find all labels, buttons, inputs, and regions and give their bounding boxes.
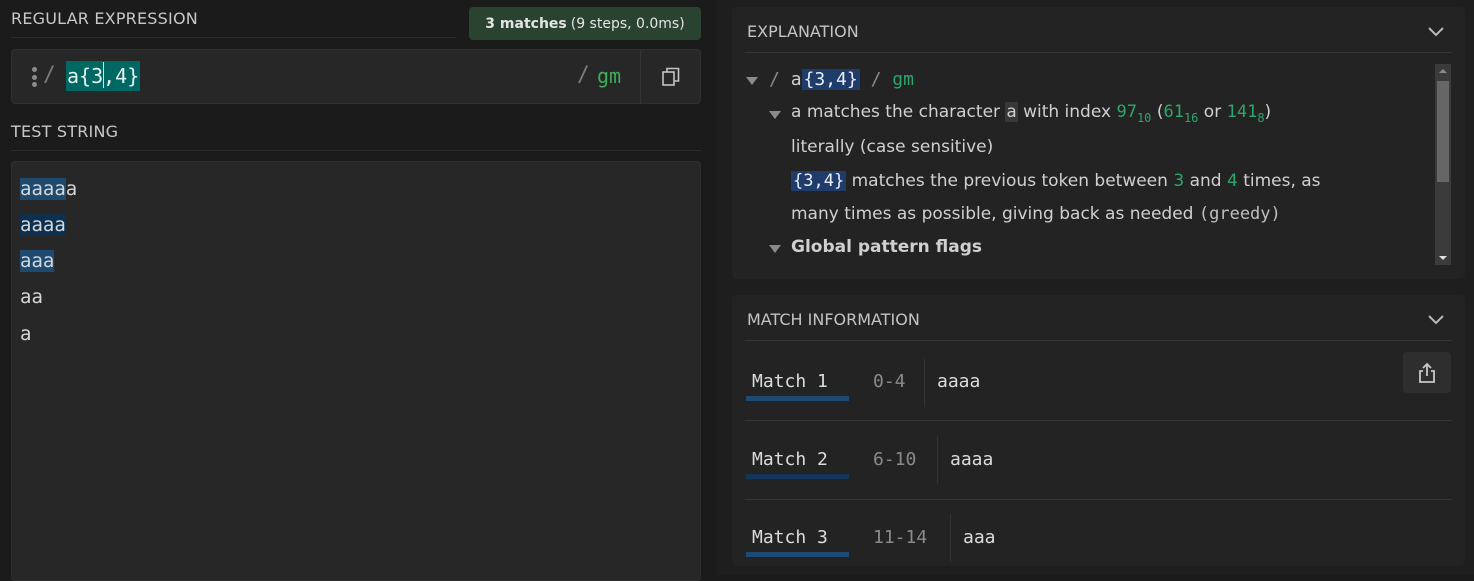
test-line-text: a: [20, 323, 32, 345]
chevron-down-icon[interactable]: [1427, 311, 1445, 329]
dec-base: 10: [1136, 111, 1152, 125]
quantifier-token: {3,4}: [791, 171, 847, 191]
collapse-triangle-icon[interactable]: [769, 111, 781, 119]
match-value: aaaa: [950, 449, 994, 470]
test-string-section-title: TEST STRING: [11, 122, 119, 141]
root-literal: a: [790, 69, 802, 90]
explanation-panel: EXPLANATION / a {3,4} / gm a matches the …: [732, 7, 1465, 279]
or-text: or: [1203, 102, 1222, 122]
oct-base: 8: [1257, 111, 1265, 125]
quantifier-max: 4: [1226, 171, 1238, 191]
match-steps: (9 steps, 0.0ms): [570, 15, 685, 32]
token-a-description: a matches the character: [791, 102, 1001, 122]
match-highlight: aaa: [20, 250, 55, 272]
token-a-char: a: [1005, 102, 1018, 122]
regex-text-before-caret: a{3: [67, 64, 104, 88]
match-color-bar: [746, 552, 849, 557]
scrollbar-thumb[interactable]: [1437, 81, 1449, 182]
test-line: a: [20, 317, 31, 351]
match-label: Match 1: [752, 371, 828, 392]
match-separator: [950, 514, 951, 562]
explanation-title: EXPLANATION: [747, 22, 859, 41]
explanation-scrollbar[interactable]: [1435, 64, 1451, 265]
match-row[interactable]: Match 1 0-4 aaaa: [732, 342, 1465, 420]
quantifier-min: 3: [1173, 171, 1185, 191]
match-information-panel: MATCH INFORMATION Match 1 0-4 aaaa Match…: [732, 295, 1465, 566]
match-value: aaaa: [937, 371, 981, 392]
quantifier-text: matches the previous token between: [851, 171, 1168, 191]
root-open-delimiter: /: [769, 69, 780, 90]
test-line-text: a: [65, 178, 78, 200]
regex-close-delimiter: /: [577, 62, 590, 86]
test-line: aa: [20, 280, 43, 314]
paren: ): [1264, 102, 1272, 122]
match-color-bar: [746, 474, 849, 479]
copy-regex-button[interactable]: [640, 50, 700, 103]
root-close-delimiter: /: [870, 69, 882, 90]
quantifier-mode: (greedy): [1198, 204, 1281, 224]
left-pane: REGULAR EXPRESSION 3 matches (9 steps, 0…: [0, 0, 716, 581]
match-separator: [937, 436, 938, 484]
explanation-divider: [745, 52, 1452, 53]
explanation-token-a: a matches the character a with index 971…: [791, 97, 1271, 127]
explanation-root: / a {3,4} / gm: [769, 65, 914, 95]
match-summary-badge: 3 matches (9 steps, 0.0ms): [469, 7, 701, 40]
explanation-quantifier: {3,4} matches the previous token between…: [791, 166, 1321, 196]
explanation-quantifier-line2: many times as possible, giving back as n…: [791, 199, 1281, 229]
match-range: 6-10: [873, 449, 917, 470]
regex-title-divider: [11, 37, 456, 38]
regex-input[interactable]: a{3,4}: [66, 61, 141, 91]
match-information-divider: [745, 340, 1452, 341]
regex-section-title: REGULAR EXPRESSION: [11, 9, 198, 28]
regex-flags[interactable]: gm: [597, 64, 621, 88]
regex-open-delimiter: /: [43, 62, 56, 86]
regex-editor[interactable]: / a{3,4} / gm: [11, 49, 701, 104]
scroll-up-arrow-icon[interactable]: [1439, 69, 1447, 73]
and-text: and: [1189, 171, 1222, 191]
match-color-bar: [746, 396, 849, 401]
test-line: aaaa: [20, 208, 66, 242]
test-line: aaa: [20, 244, 55, 278]
token-a-dec: 97: [1116, 102, 1137, 122]
match-label: Match 3: [752, 527, 828, 548]
global-flags-heading[interactable]: Global pattern flags: [791, 232, 982, 262]
test-line: aaaaa: [20, 172, 77, 206]
scroll-down-arrow-icon[interactable]: [1439, 256, 1447, 260]
match-range: 11-14: [873, 527, 928, 548]
test-string-editor[interactable]: aaaaa aaaa aaa aa a: [11, 161, 701, 581]
collapse-triangle-icon[interactable]: [769, 245, 781, 253]
copy-icon: [661, 67, 679, 86]
match-count: 3 matches: [485, 15, 567, 32]
token-a-index-label: with index: [1023, 102, 1112, 122]
quantifier-text: times, as: [1243, 171, 1321, 191]
match-row[interactable]: Match 3 11-14 aaa: [732, 498, 1465, 576]
quantifier-text: many times as possible, giving back as n…: [791, 204, 1194, 224]
match-value: aaa: [963, 527, 996, 548]
root-quantifier: {3,4}: [801, 69, 860, 90]
test-string-title-divider: [11, 150, 701, 151]
hex-base: 16: [1183, 111, 1199, 125]
vertical-dots-icon[interactable]: [31, 67, 37, 87]
match-separator: [924, 359, 925, 407]
explanation-token-a-line2: literally (case sensitive): [791, 137, 994, 157]
match-highlight: aaaa: [20, 178, 66, 200]
chevron-down-icon[interactable]: [1427, 23, 1445, 41]
match-information-title: MATCH INFORMATION: [747, 310, 920, 329]
regex-text-after-caret: ,4}: [103, 64, 140, 88]
match-highlight: aaaa: [20, 214, 66, 236]
root-flags: gm: [892, 69, 914, 90]
token-a-oct: 141: [1226, 102, 1258, 122]
match-row[interactable]: Match 2 6-10 aaaa: [732, 420, 1465, 498]
match-range: 0-4: [873, 371, 906, 392]
token-a-hex: 61: [1163, 102, 1184, 122]
test-line-text: aa: [20, 286, 43, 308]
match-label: Match 2: [752, 449, 828, 470]
collapse-triangle-icon[interactable]: [746, 77, 758, 85]
